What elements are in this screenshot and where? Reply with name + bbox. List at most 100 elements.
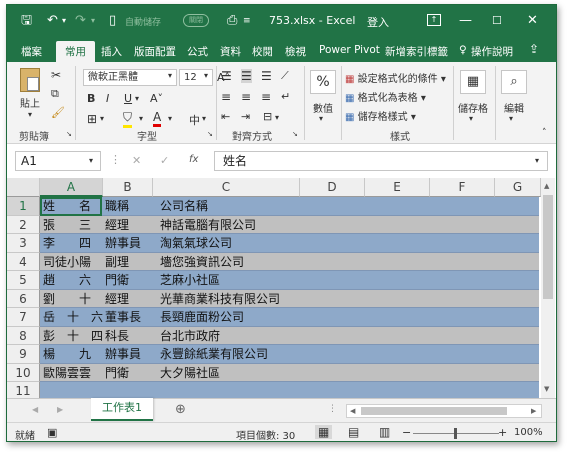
row-header[interactable]: 5 (7, 271, 40, 290)
fill-color-dropdown-icon[interactable]: ▾ (139, 114, 143, 123)
align-left-icon[interactable]: ≡ (221, 90, 231, 104)
undo-icon[interactable]: ↶ (47, 13, 58, 29)
increase-indent-icon[interactable]: ⇥ (241, 110, 250, 123)
phonetic-dropdown-icon[interactable]: ▾ (202, 114, 206, 123)
save-icon[interactable]: 🖫 (21, 13, 32, 29)
quick-access-icon[interactable]: ⎙ (227, 13, 237, 29)
zoom-level[interactable]: 100% (514, 427, 543, 438)
tab-custom[interactable]: 新增索引標籤 (385, 44, 448, 59)
cell-name[interactable]: 李 四 (43, 234, 91, 253)
cell-company[interactable]: 淘氣氣球公司 (160, 234, 232, 253)
tab-file[interactable]: 檔案 (21, 44, 42, 59)
cut-icon[interactable]: ✂ (51, 68, 61, 82)
scroll-thumb[interactable] (543, 195, 553, 299)
options-icon[interactable]: ⋮ (110, 153, 121, 166)
cell-name[interactable]: 司徒小陽 (43, 253, 91, 271)
row-header[interactable]: 10 (7, 364, 40, 382)
font-name-select[interactable]: 微軟正黑體 (83, 69, 177, 86)
cell-name[interactable]: 張 三 (43, 216, 91, 234)
cell-company[interactable]: 台北市政府 (160, 327, 220, 345)
number-dropdown-icon[interactable]: ▾ (319, 114, 323, 123)
number-label[interactable]: 數值 (308, 100, 338, 115)
vertical-scrollbar[interactable]: ▲ ▼ (541, 178, 555, 398)
number-format-icon[interactable]: % (310, 70, 336, 94)
cell-company[interactable]: 墻您強資訊公司 (160, 253, 244, 271)
tab-data[interactable]: 資料 (220, 44, 241, 59)
tab-review[interactable]: 校閱 (252, 44, 273, 59)
font-size-change-icon[interactable]: A˅ (150, 92, 163, 105)
cells-label[interactable]: 儲存格 (456, 100, 490, 115)
undo-dropdown-icon[interactable]: ▾ (62, 13, 66, 29)
cell-title[interactable]: 科長 (105, 327, 129, 345)
zoom-out-icon[interactable]: − (402, 426, 411, 439)
zoom-in-icon[interactable]: + (498, 426, 507, 439)
conditional-format-button[interactable]: ▦ 設定格式化的條件 ▾ (345, 70, 446, 85)
prev-sheet-icon[interactable]: ◀ (32, 405, 38, 414)
editing-dropdown-icon[interactable]: ▾ (509, 114, 513, 123)
row-header[interactable]: 2 (7, 216, 40, 234)
borders-dropdown-icon[interactable]: ▾ (100, 114, 104, 123)
normal-view-icon[interactable]: ▦ (315, 425, 333, 439)
cell-title[interactable]: 經理 (105, 290, 129, 308)
cell-company[interactable]: 芝麻小社區 (160, 271, 220, 290)
row-header[interactable]: 4 (7, 253, 40, 271)
cell-company[interactable]: 光華商業科技有限公司 (160, 290, 280, 308)
format-as-table-button[interactable]: ▦ 格式化為表格 ▾ (345, 89, 426, 104)
maximize-icon[interactable]: ☐ (492, 13, 502, 29)
phonetic-icon[interactable]: 中 (189, 112, 200, 128)
cells-icon[interactable]: ▦ (460, 70, 486, 94)
name-box-dropdown-icon[interactable]: ▾ (89, 156, 93, 165)
horizontal-scrollbar[interactable]: ◀ ▶ (346, 404, 542, 418)
font-color-icon[interactable]: A (153, 110, 162, 127)
clipboard-launcher-icon[interactable]: ↘ (66, 130, 72, 138)
cell-title[interactable]: 董事長 (105, 308, 141, 327)
align-top-icon[interactable]: ☰ (221, 69, 232, 83)
sheet-options-icon[interactable]: ⋮ (328, 404, 337, 414)
insert-function-icon[interactable]: fx (189, 154, 198, 165)
column-header-c[interactable]: C (153, 178, 300, 197)
autosave-toggle[interactable]: 關閉 (183, 14, 209, 27)
cell-name[interactable]: 楊 九 (43, 345, 91, 364)
ribbon-display-icon[interactable]: ↑ (427, 14, 441, 26)
paste-button[interactable]: 貼上 ▾ (15, 68, 45, 120)
expand-formula-icon[interactable]: ▾ (535, 156, 539, 165)
tab-power-pivot[interactable]: Power Pivot (319, 44, 380, 56)
cell-name[interactable]: 姓 名 (40, 197, 102, 216)
font-size-dropdown-icon[interactable]: ▾ (204, 71, 208, 80)
close-icon[interactable]: ✕ (527, 13, 538, 29)
row-header[interactable]: 3 (7, 234, 40, 253)
tab-insert[interactable]: 插入 (101, 44, 122, 59)
login-link[interactable]: 登入 (367, 14, 389, 30)
row-header[interactable]: 1 (7, 197, 40, 216)
column-header-e[interactable]: E (365, 178, 430, 197)
cell-title[interactable]: 辦事員 (105, 345, 141, 364)
align-center-icon[interactable]: ≡ (241, 90, 251, 104)
page-layout-view-icon[interactable]: ▤ (348, 425, 359, 439)
tab-view[interactable]: 檢視 (285, 44, 306, 59)
align-bottom-icon[interactable]: ☰ (261, 69, 272, 83)
cell-company[interactable]: 永豐餘紙業有限公司 (160, 345, 268, 364)
cell-company[interactable]: 公司名稱 (160, 197, 208, 216)
cell-company[interactable]: 神話電腦有限公司 (160, 216, 256, 234)
row-header[interactable]: 7 (7, 308, 40, 327)
scroll-up-icon[interactable]: ▲ (544, 182, 549, 190)
macro-record-icon[interactable]: ▣ (47, 426, 57, 439)
scroll-down-icon[interactable]: ▼ (544, 385, 549, 393)
customize-toolbar-icon[interactable]: ≡ (243, 13, 251, 29)
cell-company[interactable]: 大夕陽社區 (160, 364, 220, 382)
format-painter-icon[interactable]: 🖌 (51, 106, 65, 119)
wrap-text-icon[interactable]: ↵ (281, 90, 290, 103)
column-header-d[interactable]: D (300, 178, 365, 197)
merge-dropdown-icon[interactable]: ▾ (275, 113, 279, 122)
decrease-indent-icon[interactable]: ⇤ (221, 110, 230, 123)
column-header-a[interactable]: A (40, 178, 103, 197)
row-header[interactable]: 6 (7, 290, 40, 308)
alignment-launcher-icon[interactable]: ↘ (292, 130, 298, 138)
copy-icon[interactable]: ⧉ (51, 87, 59, 101)
cell-name[interactable]: 趙 六 (43, 271, 91, 290)
cell-title[interactable]: 職稱 (105, 197, 129, 216)
cells-dropdown-icon[interactable]: ▾ (469, 114, 473, 123)
cell-title[interactable]: 辦事員 (105, 234, 141, 253)
font-name-dropdown-icon[interactable]: ▾ (168, 71, 172, 80)
column-header-f[interactable]: F (430, 178, 495, 197)
